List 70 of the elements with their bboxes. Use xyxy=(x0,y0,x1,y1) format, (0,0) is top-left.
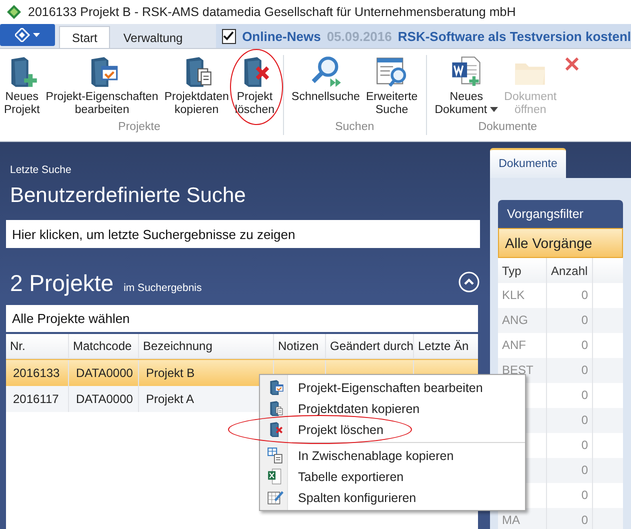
ribbon-button[interactable]: Schnellsuche xyxy=(290,53,362,106)
table-cell: 0 xyxy=(581,413,588,427)
dropdown-caret-icon xyxy=(490,107,498,112)
search-title: Benutzerdefinierte Suche xyxy=(10,184,247,208)
excel-icon xyxy=(266,468,284,485)
column-header[interactable]: Letzte Än xyxy=(413,334,478,358)
table-cell: KLK xyxy=(502,288,525,302)
table-cell: Projekt A xyxy=(146,392,194,406)
search-window-icon xyxy=(374,55,409,89)
column-header[interactable]: Geändert durch xyxy=(325,334,413,358)
group-label: Dokumente xyxy=(478,121,538,133)
ribbon-button[interactable]: Projekt löschen xyxy=(232,53,277,119)
news-label: Online-News xyxy=(242,28,321,44)
filter-option[interactable]: Alle Vorgänge xyxy=(498,228,623,258)
table-cell: DATA0000 xyxy=(76,392,133,406)
menu-item[interactable]: Tabelle exportieren xyxy=(260,466,525,487)
table-edit-icon xyxy=(266,489,284,506)
table-cell: 0 xyxy=(581,463,588,477)
table-cell: 0 xyxy=(581,513,588,527)
column-header[interactable]: Matchcode xyxy=(68,334,138,358)
ribbon-button[interactable]: Neues Projekt xyxy=(2,53,42,119)
table-cell: BEST xyxy=(502,363,534,377)
column-header[interactable]: Notizen xyxy=(273,334,325,358)
table-cell: 0 xyxy=(581,313,588,327)
menu-item[interactable]: Projekt löschen xyxy=(260,419,525,440)
documents-tab[interactable]: Dokumente xyxy=(490,148,566,178)
select-all-button[interactable]: Alle Projekte wählen xyxy=(6,305,478,332)
app-logo-icon xyxy=(6,4,22,20)
table-cell: 0 xyxy=(581,288,588,302)
table-cell: Projekt B xyxy=(146,366,195,380)
menu-item[interactable]: Spalten konfigurieren xyxy=(260,487,525,508)
column-header[interactable]: Anzahl xyxy=(546,258,592,283)
ribbon-button[interactable]: Erweiterte Suche xyxy=(364,53,420,119)
column-header[interactable]: Nr. xyxy=(6,334,68,358)
ribbon-tab[interactable]: Verwaltung xyxy=(110,26,196,48)
table-cell: 0 xyxy=(581,338,588,352)
result-count: 2 Projekte xyxy=(10,270,114,297)
table-cell: ANG xyxy=(502,313,528,327)
application-menu-button[interactable] xyxy=(0,24,55,46)
table-cell: 0 xyxy=(581,438,588,452)
filter-header: Vorgangsfilter xyxy=(498,200,623,228)
table-cell: 0 xyxy=(581,388,588,402)
word-plus-icon xyxy=(449,55,484,89)
chevron-up-icon xyxy=(458,271,480,293)
table-cell: 2016133 xyxy=(13,366,60,380)
checkmark-icon xyxy=(223,30,234,42)
menu-item[interactable]: In Zwischenablage kopieren xyxy=(260,445,525,466)
recent-results-field[interactable]: Hier klicken, um letzte Suchergebnisse zu zeigen xyxy=(6,220,480,248)
ribbon-button[interactable]: Projektdaten kopieren xyxy=(162,53,231,119)
group-label: Projekte xyxy=(118,121,160,133)
column-header[interactable]: Bezeichnung xyxy=(138,334,273,358)
table-cell: MA xyxy=(502,513,520,527)
group-label: Suchen xyxy=(335,121,374,133)
table-cell: DATA0000 xyxy=(76,366,133,380)
table-cell: 2016117 xyxy=(13,392,59,406)
table-cell: ANF xyxy=(502,338,526,352)
x-icon xyxy=(562,55,581,73)
ribbon-button[interactable]: Projekt-Eigenschaften bearbeiten xyxy=(44,53,160,119)
section-caption: Letzte Suche xyxy=(9,164,72,176)
ribbon-button[interactable]: Neues Dokument xyxy=(432,53,500,119)
table-cell: 0 xyxy=(581,363,588,377)
ribbon-tab[interactable]: Start xyxy=(59,26,110,48)
news-headline[interactable]: RSK-Software als Testversion kostenl xyxy=(398,28,631,44)
copy-table-icon xyxy=(266,447,284,464)
column-header[interactable]: Typ xyxy=(498,258,546,283)
window-title: 2016133 Projekt B - RSK-AMS datamedia Gesellschaft für Unternehmensberatung mbH xyxy=(28,5,516,19)
result-caption: im Suchergebnis xyxy=(124,282,202,294)
diamond-caret-icon xyxy=(14,28,40,42)
news-checkbox[interactable] xyxy=(222,28,236,44)
table-cell: 0 xyxy=(581,488,588,502)
